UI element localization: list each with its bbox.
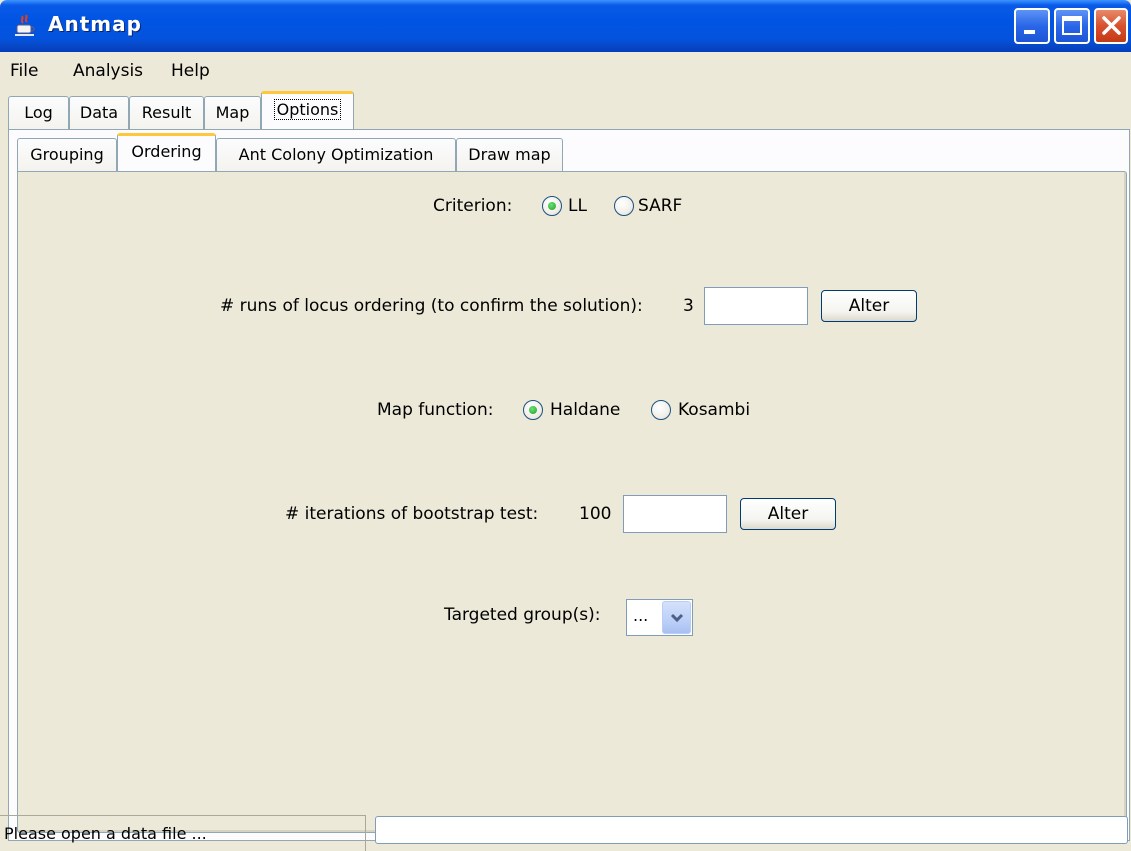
map-function-haldane-label[interactable]: Haldane: [550, 400, 620, 420]
tab-grouping-label: Grouping: [30, 145, 104, 164]
close-button[interactable]: [1094, 8, 1128, 44]
progress-field: [375, 816, 1128, 844]
criterion-label: Criterion:: [433, 196, 513, 216]
chevron-down-icon: [670, 613, 684, 623]
bootstrap-input[interactable]: [623, 495, 727, 533]
tab-log[interactable]: Log: [8, 96, 69, 129]
title-bar[interactable]: Antmap: [0, 0, 1131, 52]
bootstrap-value: 100: [579, 504, 612, 524]
menu-analysis[interactable]: Analysis: [73, 61, 143, 81]
dropdown-button[interactable]: [662, 601, 691, 634]
tab-map[interactable]: Map: [204, 96, 261, 129]
minimize-icon: [1024, 30, 1035, 34]
tab-ant-colony-optimization[interactable]: Ant Colony Optimization: [216, 138, 456, 171]
close-icon: [1102, 16, 1121, 35]
targeted-group-label: Targeted group(s):: [444, 605, 601, 625]
runs-alter-button[interactable]: Alter: [821, 290, 917, 322]
window-title: Antmap: [48, 12, 142, 36]
criterion-sarf-radio[interactable]: [614, 196, 634, 216]
tab-result-label: Result: [141, 103, 192, 122]
map-function-label: Map function:: [377, 400, 494, 420]
map-function-haldane-radio[interactable]: [523, 400, 543, 420]
map-function-kosambi-radio[interactable]: [651, 400, 671, 420]
ordering-panel: [17, 171, 1127, 833]
antmap-window: Antmap File Analysis Help Log Data Resul…: [0, 0, 1131, 851]
criterion-ll-radio[interactable]: [542, 196, 562, 216]
tab-draw-map-label: Draw map: [468, 145, 551, 164]
tab-grouping[interactable]: Grouping: [17, 138, 117, 171]
status-message: Please open a data file ...: [0, 815, 366, 851]
criterion-ll-label[interactable]: LL: [568, 196, 587, 216]
bootstrap-alter-button[interactable]: Alter: [740, 498, 836, 530]
targeted-group-select[interactable]: ...: [626, 599, 693, 636]
tab-aco-label: Ant Colony Optimization: [238, 145, 434, 164]
tab-draw-map[interactable]: Draw map: [456, 138, 563, 171]
maximize-icon: [1062, 16, 1082, 35]
tab-map-label: Map: [215, 103, 250, 122]
runs-label: # runs of locus ordering (to confirm the…: [220, 296, 643, 316]
tab-ordering[interactable]: Ordering: [117, 133, 216, 171]
map-function-kosambi-label[interactable]: Kosambi: [678, 400, 750, 420]
menu-bar: File Analysis Help: [0, 52, 1131, 88]
runs-input[interactable]: [704, 287, 808, 325]
targeted-group-value: ...: [633, 606, 649, 625]
tab-result[interactable]: Result: [129, 96, 204, 129]
minimize-button[interactable]: [1014, 8, 1050, 44]
menu-file[interactable]: File: [10, 61, 38, 81]
menu-help[interactable]: Help: [171, 61, 210, 81]
bootstrap-label: # iterations of bootstrap test:: [285, 504, 539, 524]
maximize-button[interactable]: [1054, 8, 1090, 44]
tab-data-label: Data: [79, 103, 119, 122]
runs-value: 3: [683, 296, 694, 316]
criterion-sarf-label[interactable]: SARF: [638, 196, 682, 216]
java-cup-icon: [15, 14, 35, 36]
tab-data[interactable]: Data: [69, 96, 129, 129]
tab-ordering-label: Ordering: [131, 142, 202, 161]
tab-options-label: Options: [273, 99, 342, 120]
tab-options[interactable]: Options: [261, 91, 354, 129]
tab-log-label: Log: [24, 103, 53, 122]
